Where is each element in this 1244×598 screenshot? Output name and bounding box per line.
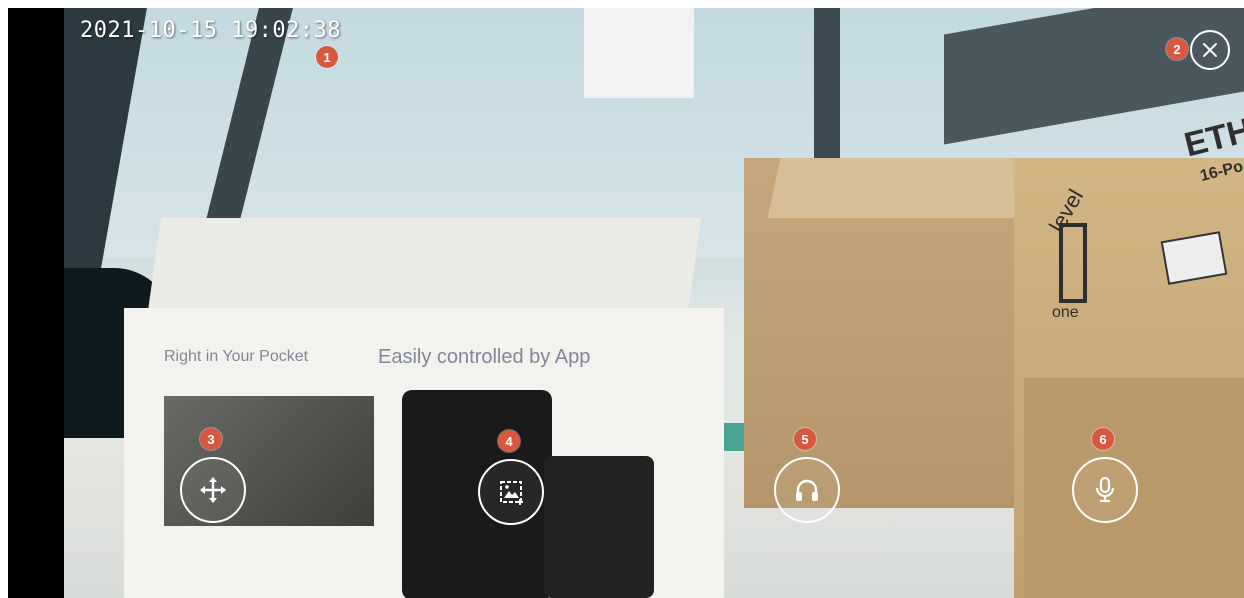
annotation-marker-2: 2	[1166, 38, 1188, 60]
headphones-icon	[796, 479, 818, 501]
close-button[interactable]	[1190, 30, 1230, 70]
annotation-marker-4: 4	[498, 430, 520, 452]
annotation-marker-5: 5	[794, 428, 816, 450]
box-heading-left: Right in Your Pocket	[164, 348, 309, 365]
timestamp: 2021-10-15 19:02:38	[80, 18, 342, 43]
annotation-marker-1: 1	[316, 46, 338, 68]
snapshot-icon	[500, 481, 523, 505]
window-frame-mullion-right	[814, 8, 840, 178]
product-box-top	[146, 218, 702, 318]
camera-feed: Right in Your Pocket Easily controlled b…	[64, 8, 1244, 598]
close-icon	[1203, 43, 1217, 57]
box-heading-right: Easily controlled by App	[378, 346, 591, 368]
pan-move-icon	[200, 477, 226, 503]
microphone-icon	[1095, 476, 1115, 503]
annotation-marker-6: 6	[1092, 428, 1114, 450]
brand-sub: one	[1052, 304, 1079, 321]
snapshot-button[interactable]	[478, 459, 544, 525]
pan-move-button[interactable]	[180, 457, 246, 523]
talk-button[interactable]	[1072, 457, 1138, 523]
annotation-marker-3: 3	[200, 428, 222, 450]
brand-logo	[1059, 223, 1087, 303]
product-box-phone-2	[544, 456, 654, 598]
white-box-back	[584, 8, 694, 98]
listen-button[interactable]	[774, 457, 840, 523]
cardboard-box-middle-flap	[767, 158, 1031, 218]
